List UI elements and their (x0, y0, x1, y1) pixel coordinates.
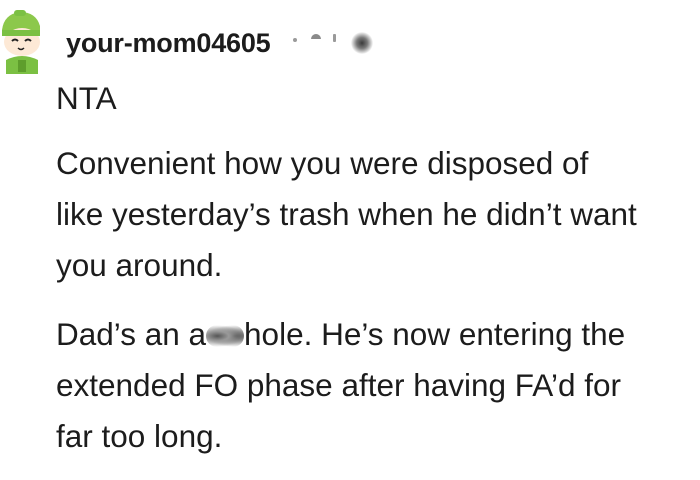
comment-line: Convenient how you were disposed of (56, 145, 589, 181)
meta-dot (292, 38, 297, 42)
comment-header: your-mom04605 (66, 24, 375, 62)
comment-body: NTA Convenient how you were disposed of … (56, 74, 696, 480)
blurred-timestamp (350, 32, 373, 54)
comment-line: like yesterday’s trash when he didn’t wa… (56, 196, 637, 232)
comment-line-end: hole. He’s now entering the (244, 316, 626, 352)
censored-word-blur (206, 325, 245, 347)
meta-dot (310, 34, 321, 39)
comment-line: extended FO phase after having FA’d for (56, 367, 622, 403)
meta-dot (332, 34, 336, 42)
green-cartoon-avatar-icon (2, 10, 40, 74)
username-link[interactable]: your-mom04605 (66, 28, 271, 59)
comment-paragraph: Dad’s an a hole. He’s now entering the ex… (56, 309, 696, 462)
comment-paragraph: Convenient how you were disposed of like… (56, 138, 696, 291)
comment-line: you around. (56, 247, 223, 283)
comment-meta-blurred (285, 28, 375, 58)
user-avatar[interactable] (0, 8, 50, 74)
comment-line-start: Dad’s an a (56, 316, 207, 352)
comment-paragraph-verdict: NTA (56, 80, 117, 116)
comment-line: far too long. (56, 418, 223, 454)
